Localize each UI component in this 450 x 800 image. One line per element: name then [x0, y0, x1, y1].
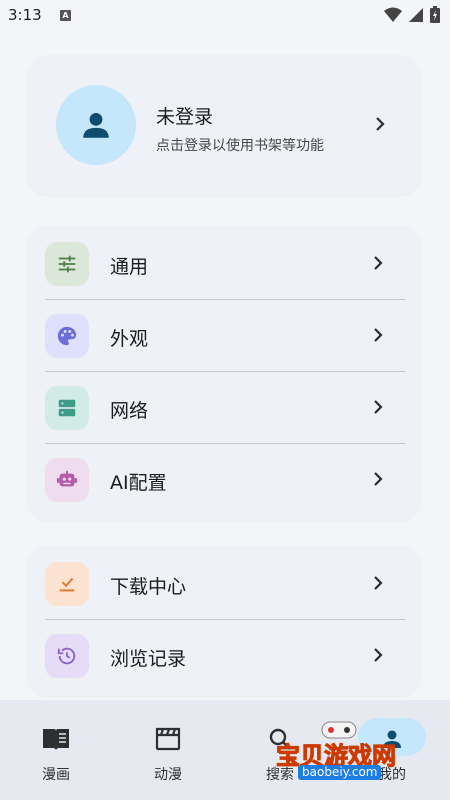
watermark: 宝贝游戏网 baobeiy.com	[276, 721, 426, 783]
settings-item-label: 外观	[110, 328, 149, 350]
battery-icon	[430, 6, 440, 23]
chevron-right-icon	[374, 328, 383, 342]
row-icon-bg	[45, 242, 89, 286]
chevron-right-icon	[374, 648, 383, 662]
login-card[interactable]: 未登录 点击登录以使用书架等功能	[26, 55, 422, 195]
library-item-label: 浏览记录	[110, 648, 187, 670]
status-time: 3:13	[8, 6, 42, 24]
login-subtitle: 点击登录以使用书架等功能	[156, 138, 324, 154]
login-title: 未登录	[156, 106, 214, 128]
nav-label: 动漫	[154, 767, 182, 783]
chevron-right-icon	[376, 117, 385, 131]
robot-icon	[56, 470, 78, 487]
library-item-history[interactable]: 浏览记录	[26, 620, 422, 690]
library-item-downloads[interactable]: 下载中心	[26, 548, 422, 618]
notification-icon: A	[60, 10, 71, 21]
row-icon-bg	[45, 314, 89, 358]
row-icon-bg	[45, 562, 89, 606]
download-check-icon	[59, 577, 75, 592]
nav-label: 漫画	[42, 767, 70, 783]
settings-item-label: 通用	[110, 256, 149, 278]
chevron-right-icon	[374, 256, 383, 270]
status-bar: 3:13 A	[0, 0, 450, 32]
wifi-icon	[384, 7, 402, 22]
watermark-url: baobeiy.com	[298, 765, 382, 780]
status-icons	[384, 6, 440, 23]
palette-icon	[57, 326, 77, 346]
book-icon	[41, 724, 71, 754]
history-icon	[57, 647, 76, 665]
row-icon-bg	[45, 386, 89, 430]
library-item-label: 下载中心	[110, 576, 187, 598]
settings-item-label: 网络	[110, 400, 149, 422]
settings-item-network[interactable]: 网络	[26, 372, 422, 442]
avatar	[56, 85, 136, 165]
settings-item-general[interactable]: 通用	[26, 228, 422, 298]
row-icon-bg	[45, 458, 89, 502]
nav-item-comics[interactable]: 漫画	[0, 700, 112, 800]
sliders-icon	[58, 255, 76, 273]
clapperboard-icon	[153, 724, 183, 754]
server-icon	[58, 399, 76, 417]
nav-item-anime[interactable]: 动漫	[112, 700, 224, 800]
row-icon-bg	[45, 634, 89, 678]
cell-signal-icon	[409, 7, 423, 22]
settings-card: 通用 外观 网络 AI配置	[26, 226, 422, 520]
library-card: 下载中心 浏览记录	[26, 546, 422, 696]
chevron-right-icon	[374, 576, 383, 590]
chevron-right-icon	[374, 400, 383, 414]
chevron-right-icon	[374, 472, 383, 486]
settings-item-ai-config[interactable]: AI配置	[26, 444, 422, 514]
settings-item-label: AI配置	[110, 472, 167, 494]
person-icon	[83, 112, 109, 138]
settings-item-appearance[interactable]: 外观	[26, 300, 422, 370]
